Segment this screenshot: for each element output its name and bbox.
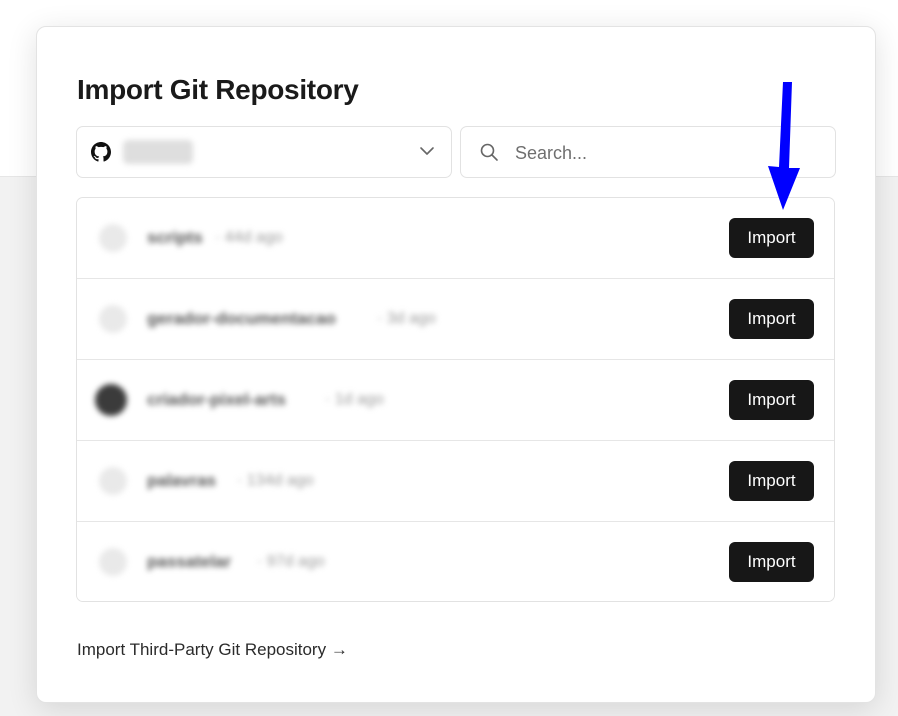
repository-avatar	[99, 224, 127, 252]
search-icon	[480, 143, 498, 161]
repository-avatar	[99, 548, 127, 576]
import-button[interactable]: Import	[729, 461, 814, 501]
repository-updated: · 3d ago	[377, 310, 436, 327]
import-button[interactable]: Import	[729, 299, 814, 339]
repository-updated: · 134d ago	[237, 472, 314, 489]
repository-name: gerador-documentacao	[147, 309, 336, 328]
github-icon	[91, 142, 111, 162]
repository-updated: · 97d ago	[257, 553, 325, 570]
repository-name: palavras	[147, 471, 216, 490]
repository-row: gerador-documentacao · 3d ago Import	[77, 279, 834, 360]
repository-name: scripts	[147, 228, 203, 247]
import-repository-dialog: Import Git Repository user scripts · 44d…	[36, 26, 876, 703]
dialog-title: Import Git Repository	[77, 74, 359, 105]
repository-avatar	[99, 467, 127, 495]
repository-row: criador-pixel-arts · 1d ago Import	[77, 360, 834, 441]
import-button[interactable]: Import	[729, 380, 814, 420]
repository-avatar	[95, 384, 127, 416]
import-button[interactable]: Import	[729, 542, 814, 582]
repository-updated: · 1d ago	[325, 391, 384, 408]
repository-name: criador-pixel-arts	[147, 390, 286, 409]
import-button[interactable]: Import	[729, 218, 814, 258]
repository-list: scripts · 44d ago Import gerador-documen…	[76, 197, 835, 602]
git-account-select[interactable]: user	[76, 126, 452, 178]
repository-row: passatelar · 97d ago Import	[77, 522, 834, 601]
repository-row: palavras · 134d ago Import	[77, 441, 834, 522]
chevron-down-icon	[420, 147, 434, 155]
account-name: user	[123, 140, 193, 164]
repository-avatar	[99, 305, 127, 333]
import-third-party-link[interactable]: Import Third-Party Git Repository →	[77, 640, 348, 660]
repository-name: passatelar	[147, 552, 232, 571]
down-arrow-icon	[768, 82, 800, 210]
repository-updated: · 44d ago	[215, 229, 283, 246]
repository-row: scripts · 44d ago Import	[77, 198, 834, 279]
